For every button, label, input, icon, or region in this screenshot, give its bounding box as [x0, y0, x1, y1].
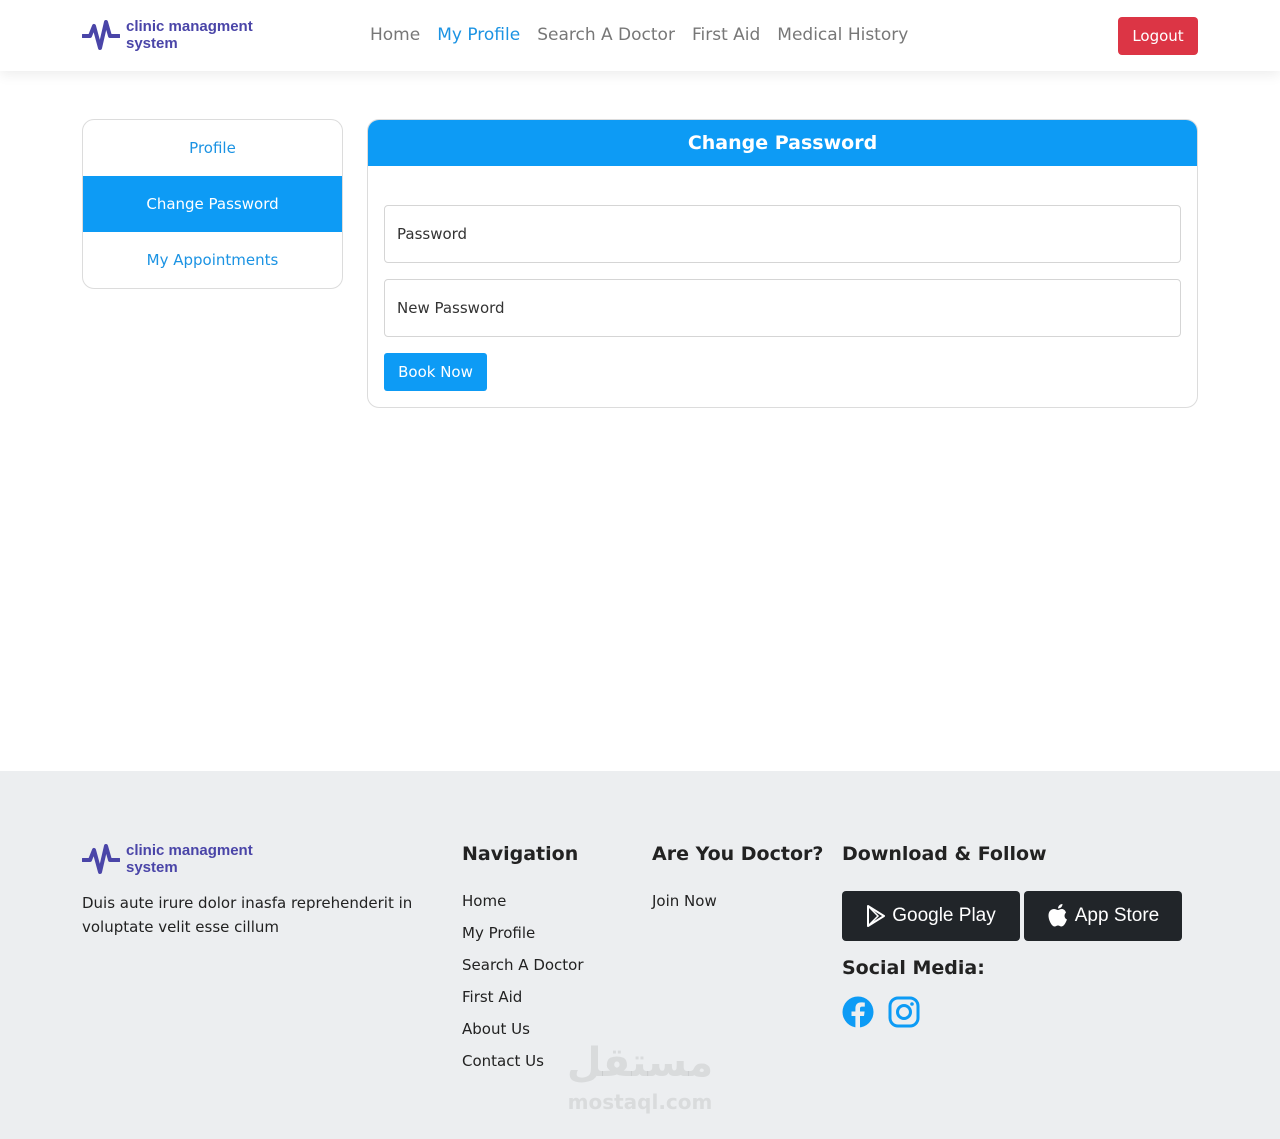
brand-line-2: system	[126, 859, 178, 876]
footer-navigation-list: Home My Profile Search A Doctor First Ai…	[462, 891, 584, 1083]
google-play-icon	[867, 905, 886, 927]
watermark-latin: mostaql.com	[567, 1090, 713, 1114]
logout-button[interactable]: Logout	[1118, 17, 1198, 55]
main-nav: Home My Profile Search A Doctor First Ai…	[370, 22, 925, 48]
top-navbar: clinic managment system Home My Profile …	[0, 0, 1280, 71]
mostaql-watermark: مستقل mostaql.com	[560, 1037, 720, 1115]
heartbeat-logo-icon	[82, 20, 120, 50]
footer-navigation-heading: Navigation	[462, 843, 579, 865]
profile-sidebar: Profile Change Password My Appointments	[82, 119, 343, 289]
card-title: Change Password	[368, 120, 1197, 166]
footer-doctor-list: Join Now	[652, 891, 717, 923]
heartbeat-logo-icon	[82, 844, 120, 874]
change-password-card: Change Password Book Now	[367, 119, 1198, 408]
footer-description: Duis aute irure dolor inasfa reprehender…	[82, 894, 413, 936]
nav-link-home[interactable]: Home	[370, 22, 420, 48]
instagram-icon[interactable]	[887, 995, 921, 1029]
footer-link-home[interactable]: Home	[462, 891, 584, 911]
brand-line-1: clinic managment	[126, 842, 253, 859]
site-footer: clinic managment system Duis aute irure …	[0, 771, 1280, 1139]
submit-button[interactable]: Book Now	[384, 353, 487, 391]
sidebar-item-change-password[interactable]: Change Password	[83, 176, 342, 232]
footer-link-contact-us[interactable]: Contact Us	[462, 1051, 584, 1071]
footer-download-heading: Download & Follow	[842, 843, 1047, 865]
footer-link-search-doctor[interactable]: Search A Doctor	[462, 955, 584, 975]
sidebar-item-my-appointments[interactable]: My Appointments	[83, 232, 342, 288]
nav-link-first-aid[interactable]: First Aid	[692, 22, 760, 48]
social-media-heading: Social Media:	[842, 957, 985, 979]
footer-brand-logo[interactable]: clinic managment system	[82, 842, 253, 876]
brand-line-2: system	[126, 35, 178, 52]
facebook-icon[interactable]	[841, 995, 875, 1029]
nav-link-my-profile[interactable]: My Profile	[437, 22, 520, 48]
google-play-label: Google Play	[892, 905, 996, 926]
watermark-arabic: مستقل	[566, 1040, 714, 1086]
nav-link-search-doctor[interactable]: Search A Doctor	[537, 22, 675, 48]
sidebar-item-profile[interactable]: Profile	[83, 120, 342, 176]
app-store-button[interactable]: App Store	[1024, 891, 1182, 941]
password-input[interactable]	[384, 205, 1181, 263]
brand-logo[interactable]: clinic managment system	[82, 18, 253, 52]
footer-doctor-heading: Are You Doctor?	[652, 843, 824, 865]
footer-link-first-aid[interactable]: First Aid	[462, 987, 584, 1007]
new-password-input[interactable]	[384, 279, 1181, 337]
app-store-label: App Store	[1074, 905, 1160, 926]
google-play-button[interactable]: Google Play	[842, 891, 1020, 941]
nav-link-medical-history[interactable]: Medical History	[777, 22, 908, 48]
brand-name: clinic managment system	[126, 18, 253, 52]
brand-line-1: clinic managment	[126, 18, 253, 35]
footer-link-my-profile[interactable]: My Profile	[462, 923, 584, 943]
apple-icon	[1048, 904, 1067, 927]
footer-brand-name: clinic managment system	[126, 842, 253, 876]
footer-link-about-us[interactable]: About Us	[462, 1019, 584, 1039]
footer-link-join-now[interactable]: Join Now	[652, 891, 717, 911]
